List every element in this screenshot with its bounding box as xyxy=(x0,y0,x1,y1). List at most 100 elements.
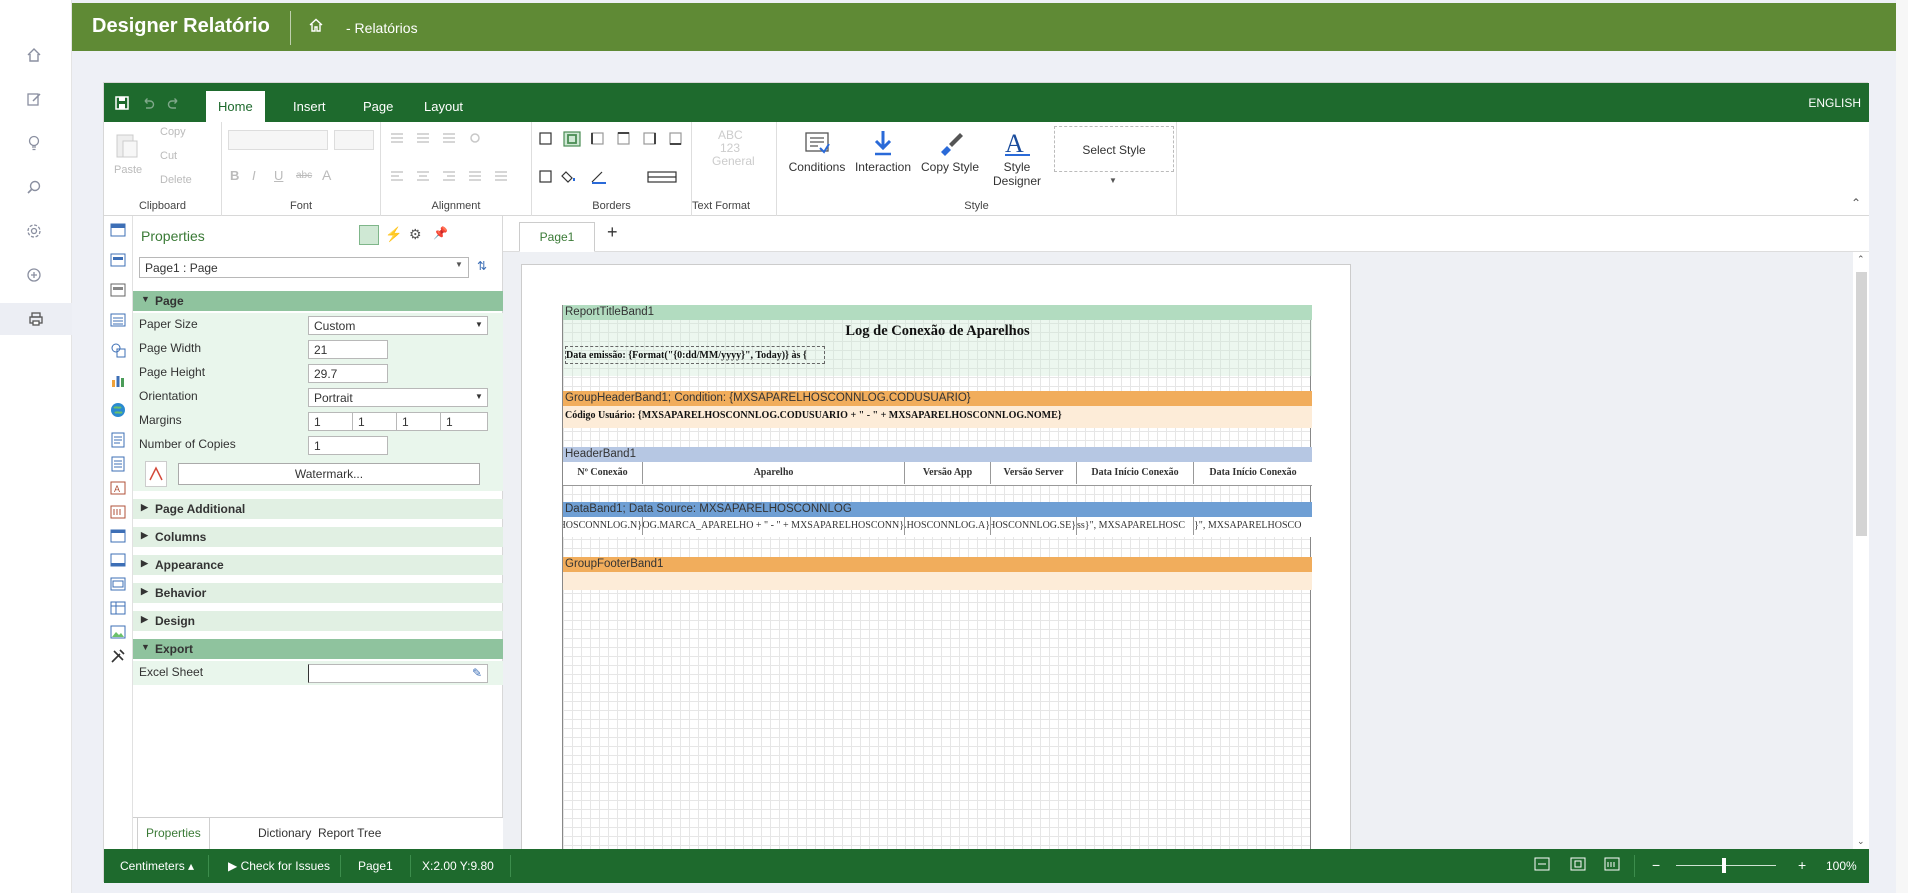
italic-icon[interactable]: I xyxy=(252,168,256,183)
scroll-down-icon[interactable]: ⌄ xyxy=(1857,836,1865,847)
font-color-icon[interactable]: A xyxy=(322,167,331,183)
copy-style-button[interactable]: Copy Style xyxy=(917,128,983,174)
text-icon[interactable] xyxy=(110,432,126,448)
pin-icon[interactable]: 📌 xyxy=(433,226,448,240)
delete-button[interactable]: Delete xyxy=(160,174,192,186)
zoom-out-icon[interactable]: − xyxy=(1652,857,1660,873)
zoom-slider-handle[interactable] xyxy=(1722,858,1726,873)
category-page-additional[interactable]: ▶ Page Additional xyxy=(133,499,503,519)
tab-properties[interactable]: Properties xyxy=(137,818,210,850)
edit-expression-icon[interactable]: ✎ xyxy=(472,666,482,680)
report-page[interactable]: ReportTitleBand1 Log de Conexão de Apare… xyxy=(521,264,1351,854)
clone-icon[interactable] xyxy=(110,552,126,568)
page-header-band-icon[interactable] xyxy=(110,252,126,268)
panel-icon[interactable] xyxy=(110,528,126,544)
align-horizontal-icons[interactable] xyxy=(389,168,519,184)
tab-page[interactable]: Page xyxy=(351,91,405,122)
interaction-button[interactable]: Interaction xyxy=(849,128,917,174)
margin-top-input[interactable]: 1 xyxy=(396,412,441,431)
component-selector[interactable]: Page1 : Page xyxy=(139,257,469,278)
category-design[interactable]: ▶ Design xyxy=(133,611,503,631)
report-title-text[interactable]: Log de Conexão de Aparelhos xyxy=(563,323,1312,340)
breadcrumb-home-icon[interactable] xyxy=(308,17,328,37)
units-selector[interactable]: Centimeters ▴ xyxy=(120,859,194,873)
collapse-ribbon-icon[interactable]: ⌃ xyxy=(1851,196,1861,210)
fit-whole-page-icon[interactable] xyxy=(1570,857,1586,874)
margin-bottom-input[interactable]: 1 xyxy=(440,412,488,431)
print-icon[interactable] xyxy=(0,303,72,335)
rich-text-icon[interactable] xyxy=(110,456,126,472)
tab-report-tree[interactable]: Report Tree xyxy=(310,818,389,850)
header-cell[interactable]: Data Início Conexão xyxy=(1193,462,1312,484)
paste-icon[interactable] xyxy=(114,130,140,160)
font-family-combo[interactable] xyxy=(228,130,328,150)
category-columns[interactable]: ▶ Columns xyxy=(133,527,503,547)
paper-size-select[interactable]: Custom xyxy=(308,316,488,335)
subreport-icon[interactable] xyxy=(110,576,126,592)
data-cell[interactable]: ss}", MXSAPARELHOSC xyxy=(1076,517,1193,535)
page-width-input[interactable]: 21 xyxy=(308,340,388,359)
report-title-band-icon[interactable] xyxy=(110,222,126,238)
cut-button[interactable]: Cut xyxy=(160,150,177,162)
style-designer-button[interactable]: A Style Designer xyxy=(985,128,1049,188)
image-icon[interactable]: A xyxy=(110,480,126,496)
scroll-up-icon[interactable]: ⌃ xyxy=(1857,254,1865,265)
header-cell[interactable]: Data Início Conexão xyxy=(1076,462,1193,484)
search-icon[interactable] xyxy=(18,171,50,203)
page-tab[interactable]: Page1 xyxy=(519,222,595,252)
table-icon[interactable] xyxy=(110,600,126,616)
canvas-scrollbar[interactable]: ⌃ ⌄ xyxy=(1853,252,1869,849)
tab-insert[interactable]: Insert xyxy=(281,91,338,122)
margin-left-input[interactable]: 1 xyxy=(308,412,353,431)
tab-home[interactable]: Home xyxy=(206,91,265,122)
lightbulb-icon[interactable] xyxy=(18,127,50,159)
home-icon[interactable] xyxy=(18,39,50,71)
header-band[interactable]: HeaderBand1 xyxy=(563,447,1312,462)
group-header-band[interactable]: GroupHeaderBand1; Condition: {MXSAPARELH… xyxy=(563,391,1312,406)
header-cell[interactable]: Versão App xyxy=(904,462,990,484)
align-vertical-icons[interactable] xyxy=(389,130,509,146)
copy-button[interactable]: Copy xyxy=(160,126,186,138)
user-code-text[interactable]: Código Usuário: {MXSAPARELHOSCONNLOG.COD… xyxy=(565,410,1062,421)
report-title-band[interactable]: ReportTitleBand1 xyxy=(563,305,1312,320)
undo-icon[interactable] xyxy=(138,93,158,113)
paste-button[interactable]: Paste xyxy=(114,164,142,176)
category-behavior[interactable]: ▶ Behavior xyxy=(133,583,503,603)
conditions-button[interactable]: Conditions xyxy=(783,128,851,174)
paper-size-arrow-icon[interactable]: ▼ xyxy=(475,320,483,329)
header-cell[interactable]: Nº Conexão xyxy=(563,462,642,484)
border-color-icons[interactable] xyxy=(538,168,688,186)
group-footer-band[interactable]: GroupFooterBand1 xyxy=(563,557,1312,572)
data-cell[interactable]: {MXSAPARELHOSCONNLOG.A xyxy=(904,517,990,535)
map-icon[interactable] xyxy=(110,402,126,418)
breadcrumb[interactable]: - Relatórios xyxy=(346,20,418,36)
zoom-slider[interactable] xyxy=(1676,865,1776,866)
watermark-button[interactable]: Watermark... xyxy=(178,463,480,485)
language-selector[interactable]: ENGLISH xyxy=(1808,96,1861,110)
copies-input[interactable]: 1 xyxy=(308,436,388,455)
text-format-value[interactable]: General xyxy=(712,154,755,168)
picture-icon[interactable] xyxy=(110,624,126,640)
fit-page-width-icon[interactable] xyxy=(1534,857,1550,874)
data-cell[interactable]: {MXSAPARELHOSCONNLOG.MARCA_APARELHO + " … xyxy=(642,517,904,535)
orientation-arrow-icon[interactable]: ▼ xyxy=(475,392,483,401)
actual-size-icon[interactable] xyxy=(1604,857,1620,874)
select-style-box[interactable]: Select Style xyxy=(1054,126,1174,172)
strikethrough-icon[interactable]: abc xyxy=(296,170,312,181)
font-size-combo[interactable] xyxy=(334,130,374,150)
category-page[interactable]: ▼ Page xyxy=(133,291,503,311)
emission-date-text[interactable]: Data emissão: {Format("{0:dd/MM/yyyy}", … xyxy=(565,346,825,364)
excel-sheet-input[interactable] xyxy=(308,664,488,683)
save-icon[interactable] xyxy=(112,93,132,113)
data-band-icon[interactable] xyxy=(110,312,126,328)
page-scrollbar[interactable] xyxy=(1896,0,1908,893)
orientation-select[interactable]: Portrait xyxy=(308,388,488,407)
header-band-icon[interactable] xyxy=(110,282,126,298)
chart-icon[interactable] xyxy=(110,372,126,388)
settings-icon[interactable]: ⚙ xyxy=(409,226,422,243)
events-icon[interactable]: ⚡ xyxy=(385,226,402,243)
shape-icon[interactable] xyxy=(110,342,126,358)
check-issues-button[interactable]: ▶ Check for Issues xyxy=(228,859,330,873)
category-export[interactable]: ▼ Export xyxy=(133,639,503,659)
header-cell[interactable]: Versão Server xyxy=(990,462,1076,484)
